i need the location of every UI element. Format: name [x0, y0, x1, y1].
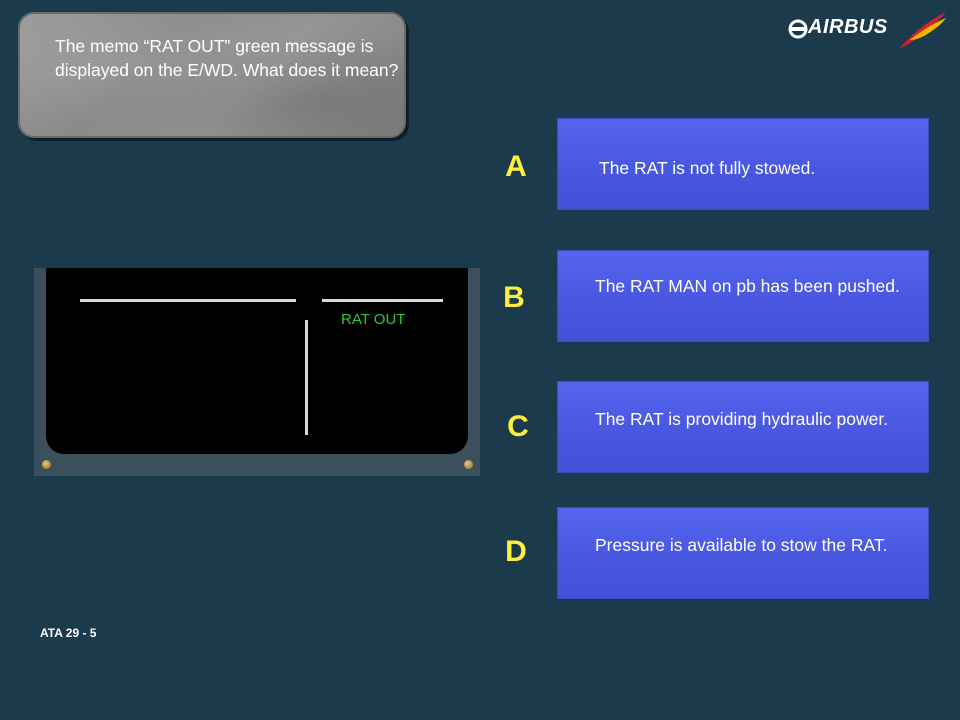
ewd-divider-vertical	[305, 320, 308, 435]
option-c-letter: C	[507, 410, 529, 443]
airbus-logo: AIRBUS	[788, 10, 948, 52]
screw-left-icon	[42, 460, 51, 469]
iberia-wing-icon	[900, 12, 946, 48]
option-c-button[interactable]: The RAT is providing hydraulic power.	[557, 381, 929, 473]
ewd-divider-left	[80, 299, 296, 302]
option-b-letter: B	[503, 281, 525, 314]
option-d-letter: D	[505, 535, 527, 568]
option-a-text: The RAT is not fully stowed.	[599, 158, 816, 178]
airbus-wordmark: AIRBUS	[808, 16, 888, 38]
option-b-text: The RAT MAN on pb has been pushed.	[595, 276, 900, 296]
option-a-letter: A	[505, 150, 527, 183]
option-d-text: Pressure is available to stow the RAT.	[595, 535, 888, 555]
ata-reference: ATA 29 - 5	[40, 626, 97, 640]
option-d-button[interactable]: Pressure is available to stow the RAT.	[557, 507, 929, 599]
option-c-text: The RAT is providing hydraulic power.	[595, 409, 889, 429]
ewd-divider-right	[322, 299, 443, 302]
question-text: The memo “RAT OUT” green message is disp…	[55, 36, 399, 80]
option-a-button[interactable]: The RAT is not fully stowed.	[557, 118, 929, 210]
ewd-screen: RAT OUT	[46, 268, 468, 454]
screw-right-icon	[464, 460, 473, 469]
option-b-button[interactable]: The RAT MAN on pb has been pushed.	[557, 250, 929, 342]
ewd-display: RAT OUT	[34, 268, 480, 476]
rat-out-memo: RAT OUT	[341, 311, 406, 328]
airbus-emblem-icon	[788, 19, 808, 39]
